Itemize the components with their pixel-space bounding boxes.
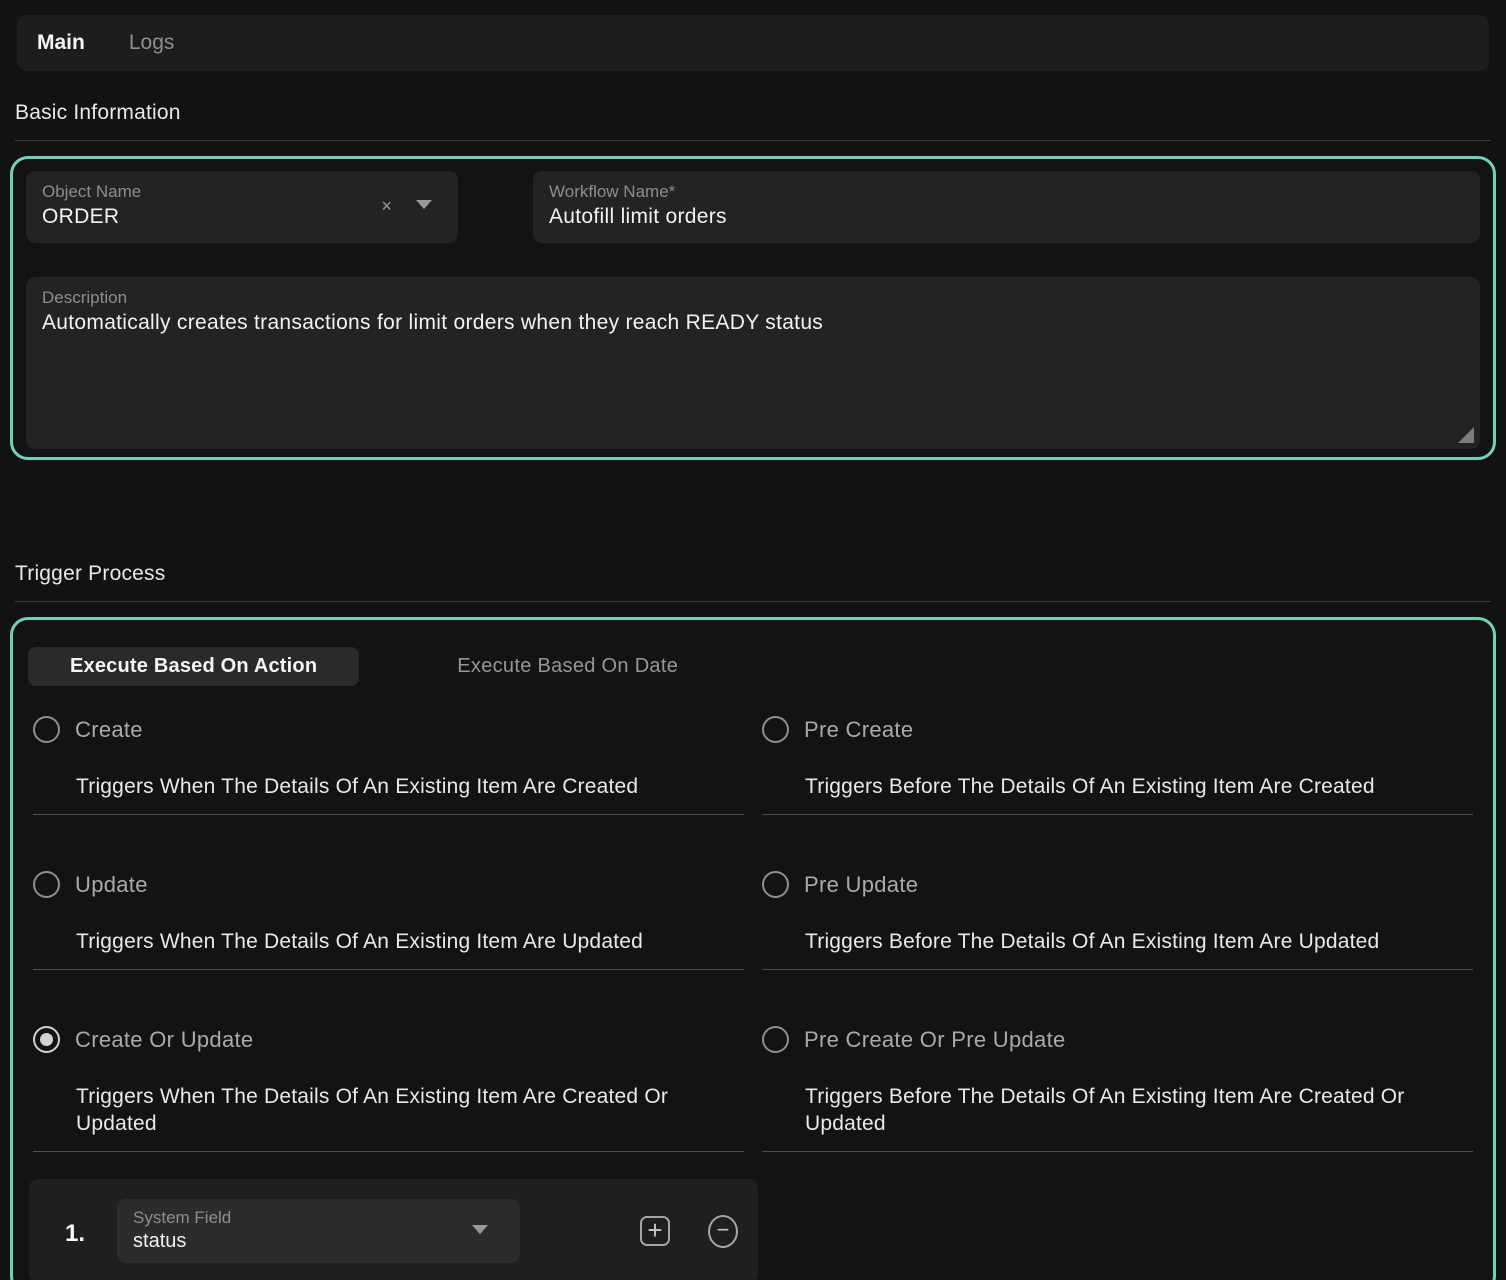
basic-information-header: Basic Information <box>15 101 1491 141</box>
option-create-or-update-label[interactable]: Create Or Update <box>75 1027 253 1053</box>
workflow-name-value: Autofill limit orders <box>549 205 1464 229</box>
radio-create[interactable] <box>33 716 60 743</box>
top-tab-bar: Main Logs <box>17 15 1489 71</box>
option-create-label[interactable]: Create <box>75 717 143 743</box>
option-pre-create-label[interactable]: Pre Create <box>804 717 913 743</box>
description-value: Automatically creates transactions for l… <box>42 311 1464 335</box>
tab-logs[interactable]: Logs <box>129 31 175 55</box>
option-pre-create-description: Triggers Before The Details Of An Existi… <box>805 773 1445 800</box>
system-field-label: System Field <box>133 1208 504 1228</box>
radio-create-or-update[interactable] <box>33 1026 60 1053</box>
condition-row: 1. System Field status + − <box>29 1179 758 1280</box>
trigger-tabs: Execute Based On Action Execute Based On… <box>28 647 1483 686</box>
chevron-down-icon[interactable] <box>416 200 432 209</box>
plus-icon: + <box>647 1217 662 1243</box>
radio-pre-create[interactable] <box>762 716 789 743</box>
chevron-down-icon[interactable] <box>472 1225 488 1234</box>
clear-icon[interactable]: × <box>381 197 392 215</box>
option-pre-update: Pre Update Triggers Before The Details O… <box>762 815 1473 970</box>
option-update: Update Triggers When The Details Of An E… <box>33 815 744 970</box>
option-update-label[interactable]: Update <box>75 872 148 898</box>
object-name-select[interactable]: Object Name ORDER × <box>26 171 458 243</box>
radio-pre-update[interactable] <box>762 871 789 898</box>
option-pre-create-or-pre-update-description: Triggers Before The Details Of An Existi… <box>805 1083 1445 1137</box>
tab-execute-based-on-action[interactable]: Execute Based On Action <box>28 647 359 686</box>
trigger-process-header: Trigger Process <box>15 562 1491 602</box>
resize-handle[interactable] <box>1458 427 1474 443</box>
option-pre-update-description: Triggers Before The Details Of An Existi… <box>805 928 1445 955</box>
description-label: Description <box>42 288 1464 308</box>
radio-pre-create-or-pre-update[interactable] <box>762 1026 789 1053</box>
option-create-description: Triggers When The Details Of An Existing… <box>76 773 716 800</box>
system-field-value: status <box>133 1230 504 1253</box>
option-create-or-update: Create Or Update Triggers When The Detai… <box>33 970 744 1152</box>
option-create-or-update-description: Triggers When The Details Of An Existing… <box>76 1083 716 1137</box>
trigger-process-panel: Execute Based On Action Execute Based On… <box>10 617 1496 1280</box>
workflow-name-label: Workflow Name* <box>549 182 1464 202</box>
condition-index: 1. <box>65 1220 85 1248</box>
option-pre-create-or-pre-update-label[interactable]: Pre Create Or Pre Update <box>804 1027 1066 1053</box>
minus-icon: − <box>717 1219 730 1241</box>
basic-information-title: Basic Information <box>15 101 181 124</box>
tab-execute-based-on-date[interactable]: Execute Based On Date <box>415 647 720 686</box>
option-pre-create: Pre Create Triggers Before The Details O… <box>762 686 1473 815</box>
tab-main[interactable]: Main <box>37 31 85 55</box>
basic-information-panel: Object Name ORDER × Workflow Name* Autof… <box>10 156 1496 460</box>
trigger-process-title: Trigger Process <box>15 562 165 585</box>
radio-update[interactable] <box>33 871 60 898</box>
option-update-description: Triggers When The Details Of An Existing… <box>76 928 716 955</box>
option-pre-create-or-pre-update: Pre Create Or Pre Update Triggers Before… <box>762 970 1473 1152</box>
option-pre-update-label[interactable]: Pre Update <box>804 872 918 898</box>
remove-condition-button[interactable]: − <box>708 1215 738 1248</box>
add-condition-button[interactable]: + <box>640 1216 670 1246</box>
description-field[interactable]: Description Automatically creates transa… <box>26 277 1480 449</box>
option-create: Create Triggers When The Details Of An E… <box>33 686 744 815</box>
system-field-select[interactable]: System Field status <box>117 1199 520 1263</box>
trigger-options-grid: Create Triggers When The Details Of An E… <box>33 686 1473 1152</box>
workflow-name-field[interactable]: Workflow Name* Autofill limit orders <box>533 171 1480 243</box>
